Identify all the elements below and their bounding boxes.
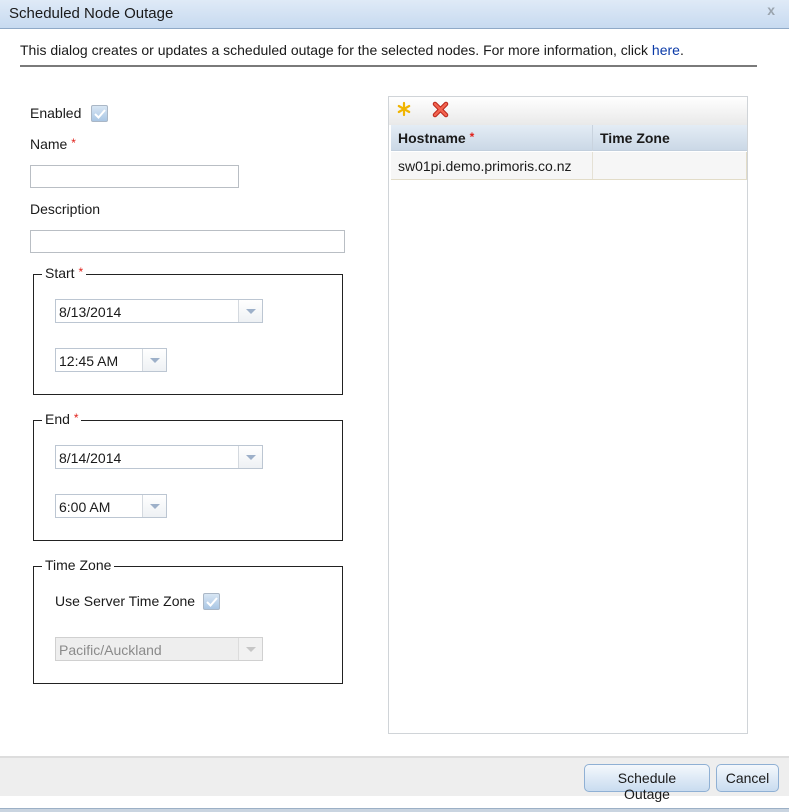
start-time-value: 12:45 AM <box>59 353 119 369</box>
end-time-value: 6:00 AM <box>59 499 111 515</box>
dropdown-arrow-icon[interactable] <box>142 349 166 371</box>
end-date-value: 8/14/2014 <box>59 450 122 466</box>
dropdown-arrow-icon <box>238 638 262 660</box>
end-legend-text: End <box>45 411 70 427</box>
add-node-button[interactable] <box>396 101 412 120</box>
grid-header: Hostname * Time Zone <box>391 125 747 151</box>
timezone-legend: Time Zone <box>42 557 115 573</box>
intro-suffix: . <box>679 42 684 58</box>
dropdown-arrow-icon[interactable] <box>142 495 166 517</box>
red-x-delete-icon <box>432 101 449 118</box>
timezone-select: Pacific/Auckland <box>55 637 263 661</box>
description-input[interactable] <box>30 230 345 253</box>
use-server-timezone-checkbox[interactable] <box>203 593 220 610</box>
table-row[interactable]: sw01pi.demo.primoris.co.nz <box>391 152 747 180</box>
timezone-cell[interactable] <box>593 152 747 179</box>
dialog-title: Scheduled Node Outage <box>9 5 174 22</box>
cancel-button[interactable]: Cancel <box>716 764 779 792</box>
end-fieldset: End * <box>33 411 343 541</box>
close-icon[interactable]: x <box>767 2 775 18</box>
start-fieldset: Start * <box>33 265 343 395</box>
dialog-bottom-edge <box>0 808 789 812</box>
checkmark-icon <box>94 109 106 119</box>
required-marker: * <box>73 411 79 425</box>
intro-message: This dialog creates or updates a schedul… <box>20 42 652 58</box>
divider <box>20 65 757 67</box>
column-header-label: Hostname <box>398 130 466 146</box>
timezone-fieldset: Time Zone <box>33 557 343 684</box>
start-legend: Start * <box>42 265 87 281</box>
column-header-label: Time Zone <box>600 130 670 146</box>
name-input[interactable] <box>30 165 239 188</box>
checkmark-icon <box>206 597 218 607</box>
start-time-select[interactable]: 12:45 AM <box>55 348 167 372</box>
start-date-value: 8/13/2014 <box>59 304 122 320</box>
description-label: Description <box>30 201 101 217</box>
start-date-picker[interactable]: 8/13/2014 <box>55 299 263 323</box>
end-date-picker[interactable]: 8/14/2014 <box>55 445 263 469</box>
end-time-select[interactable]: 6:00 AM <box>55 494 167 518</box>
required-marker: * <box>71 136 76 150</box>
hostname-cell[interactable]: sw01pi.demo.primoris.co.nz <box>391 152 593 179</box>
enabled-label: Enabled <box>30 105 82 121</box>
end-legend: End * <box>42 411 82 427</box>
required-marker: * <box>469 130 475 144</box>
name-label-text: Name <box>30 136 68 152</box>
grid-toolbar <box>389 97 747 125</box>
start-legend-text: Start <box>45 265 75 281</box>
help-link[interactable]: here <box>652 42 680 58</box>
timezone-value: Pacific/Auckland <box>59 642 162 658</box>
schedule-outage-button[interactable]: Schedule Outage <box>584 764 710 802</box>
dialog-title-bar: Scheduled Node Outage x <box>0 0 789 29</box>
column-header-timezone[interactable]: Time Zone <box>593 125 747 151</box>
enabled-checkbox[interactable] <box>91 105 108 122</box>
dropdown-arrow-icon[interactable] <box>238 300 262 322</box>
nodes-grid: Hostname * Time Zone sw01pi.demo.primori… <box>388 96 748 734</box>
column-header-hostname[interactable]: Hostname * <box>391 125 593 151</box>
required-marker: * <box>78 265 84 279</box>
asterisk-add-icon <box>397 101 411 117</box>
delete-node-button[interactable] <box>432 101 449 121</box>
use-server-timezone-label: Use Server Time Zone <box>55 593 196 609</box>
name-label: Name * <box>30 136 76 152</box>
intro-text: This dialog creates or updates a schedul… <box>20 42 684 58</box>
dropdown-arrow-icon[interactable] <box>238 446 262 468</box>
